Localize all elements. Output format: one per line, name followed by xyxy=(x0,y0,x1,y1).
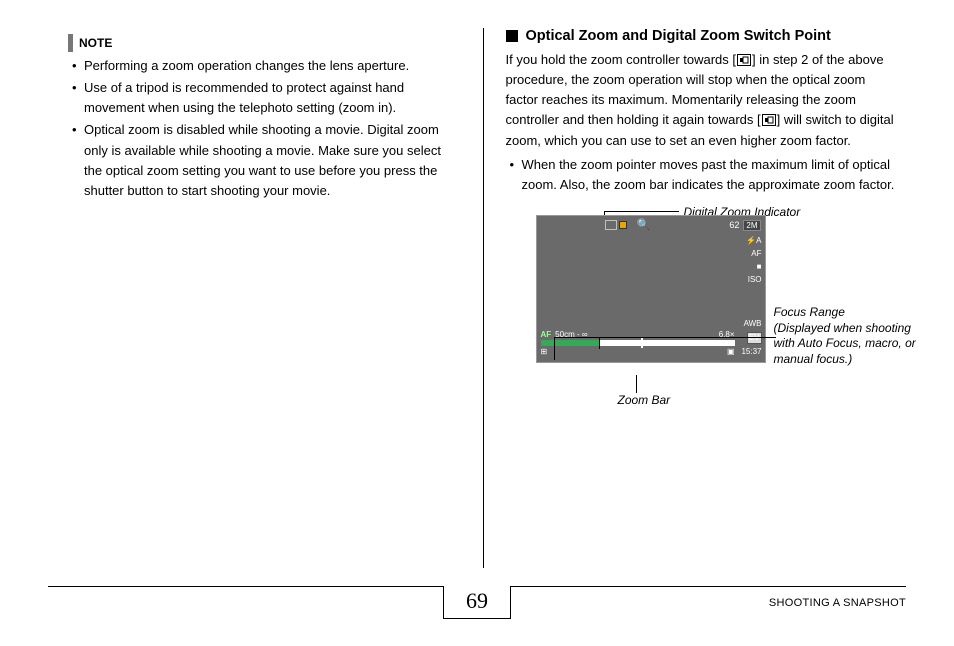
wide-icon: ⊞ xyxy=(541,347,548,356)
ev-icon: EV xyxy=(747,332,762,344)
callout-line xyxy=(554,337,776,338)
zoom-bar-label: Zoom Bar xyxy=(618,393,671,407)
top-icons xyxy=(605,220,627,230)
callout-line xyxy=(604,211,679,212)
note-item: Performing a zoom operation changes the … xyxy=(68,56,461,76)
section-bullets: When the zoom pointer moves past the max… xyxy=(506,155,899,195)
page-number: 69 xyxy=(443,586,511,619)
figure: Digital Zoom Indicator 🔍 62 2M ⚡A AF ■ I… xyxy=(506,215,899,363)
time-label: 15:37 xyxy=(741,347,761,357)
callout-line xyxy=(636,375,637,393)
section-title: Optical Zoom and Digital Zoom Switch Poi… xyxy=(526,28,831,44)
note-label-text: NOTE xyxy=(79,36,112,50)
awb-icon: AWB xyxy=(744,319,762,329)
af-icon: AF xyxy=(751,249,761,259)
column-divider xyxy=(483,28,484,568)
para-part: If you hold the zoom controller towards … xyxy=(506,52,737,67)
zoom-bar-area: AF 50cm - ∞ 6.8× ⊞ ▣ xyxy=(541,330,735,356)
flash-icon: ⚡A xyxy=(746,236,761,246)
focus-range-note: (Displayed when shooting with Auto Focus… xyxy=(774,321,919,368)
size-badge: 2M xyxy=(743,220,760,231)
right-column: Optical Zoom and Digital Zoom Switch Poi… xyxy=(488,28,907,560)
zoom-bar xyxy=(541,340,735,346)
af-label: AF xyxy=(541,330,552,339)
note-list: Performing a zoom operation changes the … xyxy=(68,56,461,201)
side-icons: ⚡A AF ■ ISO AWB EV 15:37 xyxy=(741,236,761,357)
note-bar-icon xyxy=(68,34,73,52)
memory-icon xyxy=(619,221,627,229)
note-item: Use of a tripod is recommended to protec… xyxy=(68,78,461,118)
focus-range-callout: Focus Range (Displayed when shooting wit… xyxy=(774,305,919,367)
note-item: Optical zoom is disabled while shooting … xyxy=(68,120,461,201)
focus-range-title: Focus Range xyxy=(774,305,919,321)
section-paragraph: If you hold the zoom controller towards … xyxy=(506,50,899,151)
page-body: NOTE Performing a zoom operation changes… xyxy=(0,0,954,560)
note-block: NOTE Performing a zoom operation changes… xyxy=(68,34,461,201)
zoom-tele-icon xyxy=(737,54,751,66)
mode-icon xyxy=(605,220,617,230)
tele-icon: ▣ xyxy=(727,347,735,356)
footer: 69 SHOOTING A SNAPSHOT xyxy=(48,586,906,630)
zoom-bar-tick xyxy=(599,337,600,349)
note-heading: NOTE xyxy=(68,34,461,52)
zoom-tele-icon xyxy=(762,114,776,126)
square-bullet-icon xyxy=(506,30,518,42)
footer-section-label: SHOOTING A SNAPSHOT xyxy=(769,597,906,609)
top-right: 62 2M xyxy=(729,220,760,231)
magnifier-icon: 🔍 xyxy=(637,218,651,231)
zoom-bar-fill xyxy=(541,340,599,346)
iso-icon: ISO xyxy=(748,275,762,285)
left-column: NOTE Performing a zoom operation changes… xyxy=(60,28,479,560)
shots-remaining: 62 xyxy=(729,220,739,230)
camera-screen: 🔍 62 2M ⚡A AF ■ ISO AWB EV 15:37 xyxy=(536,215,766,363)
bar-bottom: ⊞ ▣ xyxy=(541,347,735,356)
section-heading: Optical Zoom and Digital Zoom Switch Poi… xyxy=(506,28,899,44)
drive-icon: ■ xyxy=(757,262,762,272)
section-bullet: When the zoom pointer moves past the max… xyxy=(506,155,899,195)
zoom-bar-pointer xyxy=(641,338,643,348)
